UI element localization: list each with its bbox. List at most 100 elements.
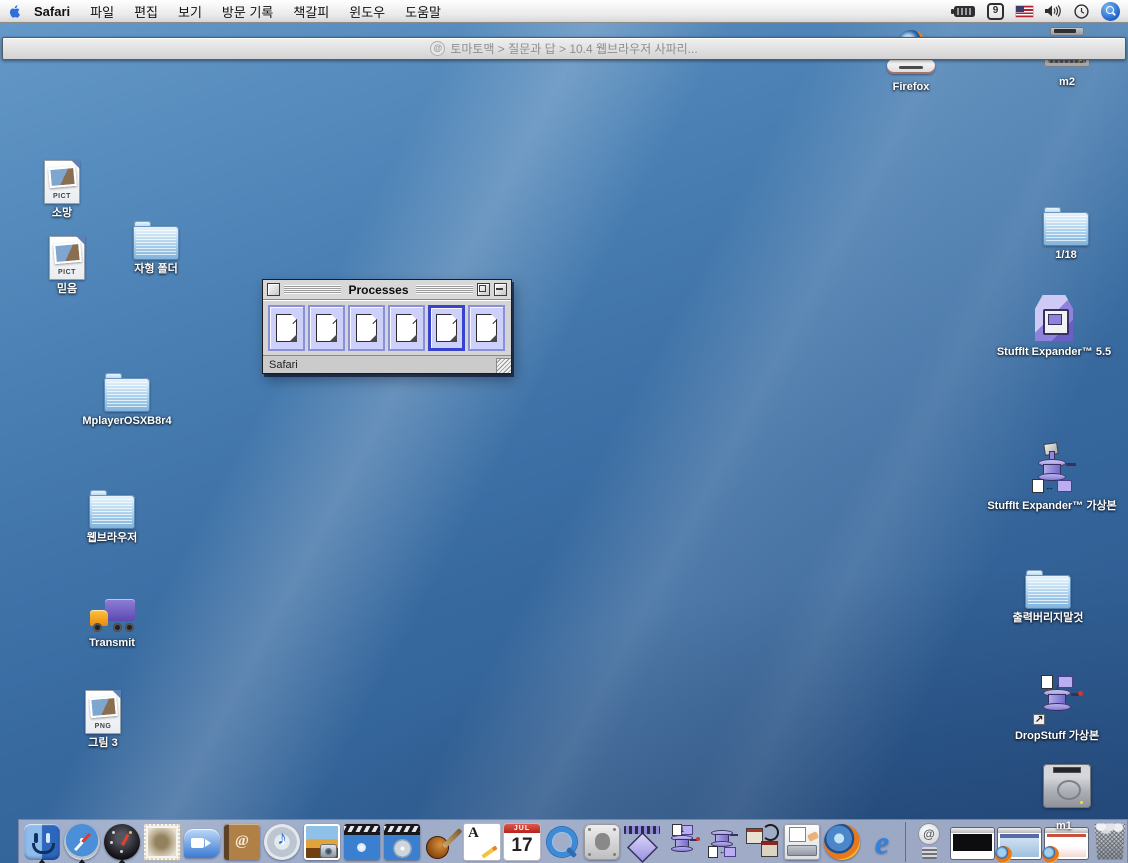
process-tile[interactable] <box>388 305 425 351</box>
dock-dashboard-icon[interactable] <box>104 824 140 860</box>
dock-idvd-icon[interactable] <box>384 824 420 860</box>
volume-icon[interactable] <box>1045 4 1062 18</box>
desktop: PICT 소망 PICT 믿음 자형 폴더 MplayerOSXB8r4 웹브라… <box>0 0 1128 863</box>
desktop-icon-mideum[interactable]: PICT 믿음 <box>27 236 107 296</box>
window-title: Processes <box>345 283 411 297</box>
desktop-icon-dropstuff-alias[interactable]: ↓ ↗ DropStuff 가상본 <box>997 675 1117 743</box>
png-file-icon: PNG <box>85 690 121 734</box>
classic-environment-icon[interactable]: 9 <box>987 3 1004 20</box>
dock-printer-setup-icon[interactable] <box>784 824 820 860</box>
dock-dropstuff-classic-icon[interactable]: ↓ <box>664 824 700 860</box>
dock-separator <box>905 822 906 862</box>
menu-window[interactable]: 윈도우 <box>339 2 395 21</box>
desktop-icon-stuffit-expander-alias[interactable]: ↔ StuffIt Expander™ 가상본 <box>981 445 1123 513</box>
dock-imovie-icon[interactable] <box>344 824 380 860</box>
menu-help[interactable]: 도움말 <box>395 2 451 21</box>
running-indicator <box>118 859 126 863</box>
dock-finder-icon[interactable] <box>24 824 60 860</box>
dock-appleworks-icon[interactable] <box>464 824 500 860</box>
ical-day: 17 <box>504 833 540 859</box>
close-box[interactable] <box>267 283 280 296</box>
dock-trash-full-icon[interactable] <box>1092 824 1128 860</box>
dock-ical-icon[interactable]: JUL 17 <box>504 824 540 860</box>
clock-icon[interactable] <box>1074 4 1089 19</box>
desktop-icon-mplayerosx[interactable]: MplayerOSXB8r4 <box>67 378 187 428</box>
firefox-badge-icon <box>995 846 1012 863</box>
zoom-box[interactable] <box>477 283 490 296</box>
collapsed-window-title: 토마토맥 > 질문과 답 > 10.4 웹브라우저 사파리... <box>450 40 697 57</box>
dock-internet-explorer-icon[interactable] <box>864 824 900 860</box>
process-tile[interactable] <box>348 305 385 351</box>
desktop-icon-webbrowser-folder[interactable]: 웹브라우저 <box>52 495 172 545</box>
desktop-icon-stuffit-expander-55[interactable]: StuffIt Expander™ 5.5 <box>978 293 1128 359</box>
dock-firefox-icon[interactable] <box>824 824 860 860</box>
desktop-icon-geurim3[interactable]: PNG 그림 3 <box>43 690 163 750</box>
dock-minimized-window-quicktime[interactable] <box>951 828 994 859</box>
folder-icon <box>104 378 150 412</box>
collapse-box[interactable] <box>494 283 507 296</box>
dock-ichat-icon[interactable] <box>184 829 220 858</box>
desktop-icon-output-folder[interactable]: 출력버리지말것 <box>988 575 1108 625</box>
dock-disk-copy-classic-icon[interactable] <box>744 824 780 860</box>
apple-icon <box>8 4 22 19</box>
process-tiles <box>263 300 511 355</box>
processes-titlebar[interactable]: Processes <box>263 280 511 300</box>
battery-icon[interactable] <box>954 6 975 17</box>
pict-file-icon: PICT <box>44 160 80 204</box>
running-indicator <box>38 859 46 863</box>
dock-stuffit-expander-classic-icon[interactable]: ↔ <box>704 824 740 860</box>
menu-history[interactable]: 방문 기록 <box>212 2 283 21</box>
dock-garageband-icon[interactable] <box>424 824 460 860</box>
stuffit-expander-icon <box>1031 293 1077 343</box>
desktop-icon-m1-drive[interactable] <box>1007 762 1127 812</box>
folder-icon <box>1025 575 1071 609</box>
titlebar-stripes <box>416 285 473 294</box>
spotlight-icon[interactable] <box>1101 2 1120 21</box>
collapsed-window-titlebar[interactable]: @ 토마토맥 > 질문과 답 > 10.4 웹브라우저 사파리... <box>2 37 1126 60</box>
menu-app-name[interactable]: Safari <box>30 4 80 19</box>
dock-minimized-window-firefox-1[interactable] <box>998 828 1041 859</box>
dock: JUL 17 ↓ ↔ <box>18 819 1128 863</box>
apple-menu[interactable] <box>0 4 30 19</box>
ical-month: JUL <box>504 824 540 833</box>
dock-address-book-icon[interactable] <box>224 824 260 860</box>
dock-minimized-window-firefox-2[interactable] <box>1045 828 1088 859</box>
process-tile[interactable] <box>268 305 305 351</box>
process-tile[interactable] <box>308 305 345 351</box>
desktop-icon-jahyeong-folder[interactable]: 자형 폴더 <box>116 226 196 276</box>
menu-bar: Safari 파일 편집 보기 방문 기록 책갈피 윈도우 도움말 9 <box>0 0 1128 23</box>
titlebar-stripes <box>284 285 341 294</box>
menu-edit[interactable]: 편집 <box>124 2 168 21</box>
dock-mail-icon[interactable] <box>144 824 180 860</box>
dropstuff-vise-icon: ↓ ↗ <box>1031 675 1083 727</box>
folder-icon <box>133 226 179 260</box>
folder-icon <box>1043 212 1089 246</box>
dock-movieplayer-classic-icon[interactable] <box>624 824 660 860</box>
processes-window: Processes Safari <box>262 279 512 374</box>
process-tile[interactable] <box>468 305 505 351</box>
dock-webloc-at-spring-icon[interactable] <box>911 824 947 860</box>
dock-quicktime-icon[interactable] <box>544 824 580 860</box>
menu-file[interactable]: 파일 <box>80 2 124 21</box>
dock-iphoto-icon[interactable] <box>304 824 340 860</box>
menu-bookmarks[interactable]: 책갈피 <box>283 2 339 21</box>
m1-drive-label: m1 <box>1056 820 1072 832</box>
transmit-truck-icon <box>87 596 137 634</box>
menu-view[interactable]: 보기 <box>168 2 212 21</box>
resize-grip[interactable] <box>496 358 511 373</box>
process-status-bar: Safari <box>263 355 511 373</box>
dock-safari-icon[interactable] <box>64 824 100 860</box>
process-tile-selected[interactable] <box>428 305 465 351</box>
firefox-badge-icon <box>1042 846 1059 863</box>
stuffit-expander-vise-icon: ↔ <box>1026 445 1078 497</box>
dock-itunes-icon[interactable] <box>264 824 300 860</box>
active-process-name: Safari <box>269 359 298 371</box>
running-indicator <box>78 859 86 863</box>
dock-system-preferences-icon[interactable] <box>584 824 620 860</box>
at-favicon: @ <box>430 41 445 56</box>
desktop-icon-118-folder[interactable]: 1/18 <box>1006 212 1126 262</box>
internal-drive-icon <box>1041 762 1093 812</box>
desktop-icon-transmit[interactable]: Transmit <box>52 596 172 650</box>
desktop-icon-soman[interactable]: PICT 소망 <box>22 160 102 220</box>
us-flag-input-icon[interactable] <box>1016 6 1033 17</box>
